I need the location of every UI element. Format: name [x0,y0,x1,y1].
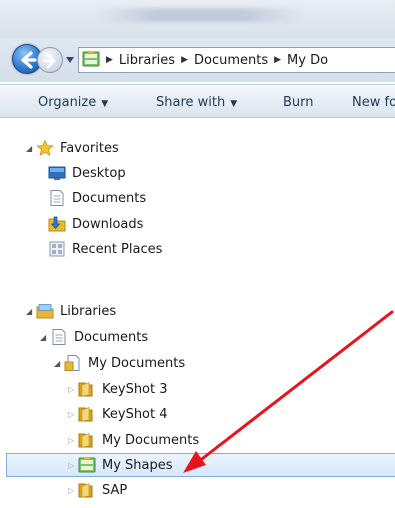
annotation-arrow-icon [183,310,394,473]
